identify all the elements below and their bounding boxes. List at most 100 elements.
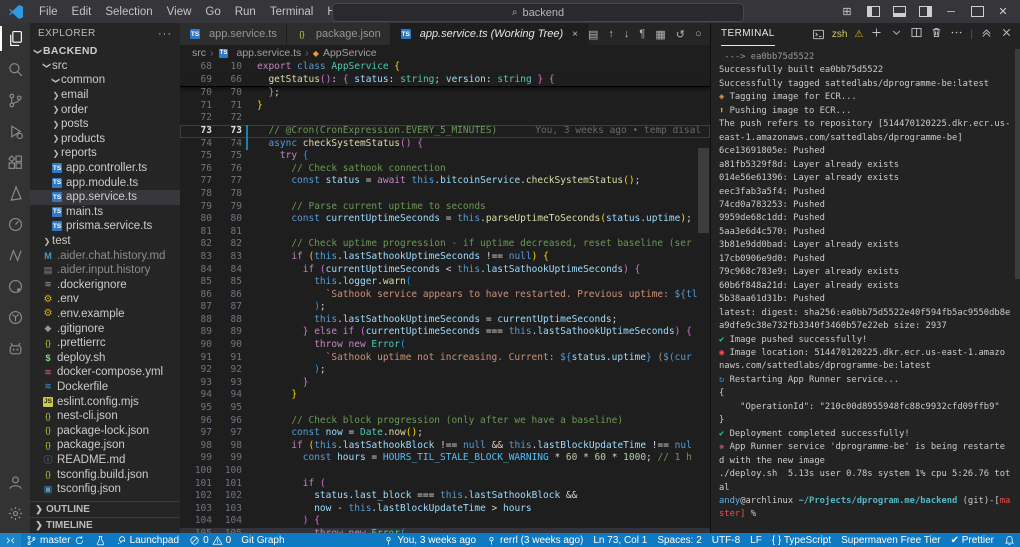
status-eol[interactable]: LF — [745, 533, 767, 547]
tab-app-service-ts-working-tree-[interactable]: TSapp.service.ts (Working Tree)× — [391, 23, 588, 45]
activity-extensions[interactable] — [0, 147, 30, 178]
terminal-output[interactable]: ---> ea0bb75d5522Successfully built ea0b… — [711, 45, 1014, 533]
code-line-85[interactable]: 8585 this.logger.warn( — [180, 276, 710, 289]
code-line-68[interactable]: 6810export class AppService { — [180, 61, 710, 74]
code-line-77[interactable]: 7777 const status = await this.bitcoinSe… — [180, 175, 710, 188]
code-line-84[interactable]: 8484 if (currentUptimeSeconds < this.las… — [180, 264, 710, 277]
tree-item-products[interactable]: ❯products — [30, 132, 180, 147]
tree-item--env[interactable]: ⚙.env — [30, 292, 180, 307]
activity-source-control[interactable] — [0, 85, 30, 116]
breadcrumb[interactable]: src›TSapp.service.ts›◆AppService — [180, 45, 710, 61]
code-line-76[interactable]: 7676 // Check sathook connection — [180, 163, 710, 176]
tree-item-package-json[interactable]: {}package.json — [30, 438, 180, 453]
whitespace-icon[interactable]: ¶ — [639, 28, 645, 40]
tree-item-tsconfig-build-json[interactable]: {}tsconfig.build.json — [30, 467, 180, 482]
activity-supermaven[interactable] — [0, 240, 30, 271]
tree-item-email[interactable]: ❯email — [30, 88, 180, 103]
terminal-scrollbar-thumb[interactable] — [1015, 49, 1020, 279]
tree-item-posts[interactable]: ❯posts — [30, 117, 180, 132]
code-line-70[interactable]: 7070 }; — [180, 87, 710, 100]
code-line-89[interactable]: 8989 } else if (currentUptimeSeconds ===… — [180, 326, 710, 339]
status-problems[interactable]: 00 — [184, 533, 236, 547]
tree-item--env-example[interactable]: ⚙.env.example — [30, 307, 180, 322]
tree-item-common[interactable]: ❯common — [30, 73, 180, 88]
toggle-sidebar-icon[interactable] — [862, 0, 884, 23]
activity-search[interactable] — [0, 54, 30, 85]
code-line-91[interactable]: 9191 `Sathook uptime not increasing. Cur… — [180, 352, 710, 365]
code-line-69[interactable]: 6966 getStatus(): { status: string; vers… — [180, 74, 710, 88]
maximize-panel-icon[interactable] — [980, 26, 993, 42]
tree-item--prettierrc[interactable]: {}.prettierrc — [30, 336, 180, 351]
menu-run[interactable]: Run — [228, 0, 263, 23]
tab-app-service-ts[interactable]: TSapp.service.ts — [180, 23, 287, 45]
menu-edit[interactable]: Edit — [65, 0, 99, 23]
code-line-98[interactable]: 9898 if (this.lastSathookBlock !== null … — [180, 440, 710, 453]
prev-change-icon[interactable]: ↑ — [608, 28, 614, 40]
menu-file[interactable]: File — [32, 0, 65, 23]
tree-item-prisma-service-ts[interactable]: TSprisma.service.ts — [30, 219, 180, 234]
code-line-82[interactable]: 8282 // Check uptime progression - if up… — [180, 238, 710, 251]
activity-settings[interactable] — [0, 498, 30, 529]
tree-item-main-ts[interactable]: TSmain.ts — [30, 205, 180, 220]
breadcrumb-item[interactable]: src — [192, 47, 206, 59]
code-line-103[interactable]: 103103 now - this.lastBlockUpdateTime > … — [180, 503, 710, 516]
status-remote-indicator[interactable] — [0, 533, 21, 547]
activity-gauge[interactable] — [0, 209, 30, 240]
status-language-mode[interactable]: { } TypeScript — [767, 533, 836, 547]
code-line-95[interactable]: 9595 — [180, 402, 710, 415]
code-line-97[interactable]: 9797 const now = Date.now(); — [180, 427, 710, 440]
explorer-more-actions-icon[interactable]: ··· — [158, 28, 172, 40]
code-line-86[interactable]: 8686 `Sathook service appears to have re… — [180, 289, 710, 302]
code-line-79[interactable]: 7979 // Parse current uptime to seconds — [180, 201, 710, 214]
section-outline[interactable]: ❯OUTLINE — [30, 501, 180, 517]
tree-item-backend[interactable]: ❯BACKEND — [30, 44, 180, 59]
status-encoding[interactable]: UTF-8 — [707, 533, 745, 547]
code-line-81[interactable]: 8181 — [180, 226, 710, 239]
editor-scrollbar[interactable] — [697, 23, 710, 511]
split-terminal-icon[interactable] — [910, 26, 923, 42]
code-line-92[interactable]: 9292 ); — [180, 364, 710, 377]
next-change-icon[interactable]: ↓ — [624, 28, 630, 40]
tree-item--aider-input-history[interactable]: ▤.aider.input.history — [30, 263, 180, 278]
close-icon[interactable]: ✕ — [992, 0, 1014, 23]
command-center-search[interactable]: ⌕ backend — [332, 3, 744, 22]
code-line-90[interactable]: 9090 throw new Error( — [180, 339, 710, 352]
tree-item-test[interactable]: ❯test — [30, 234, 180, 249]
minimize-icon[interactable]: ─ — [940, 0, 962, 23]
kill-terminal-icon[interactable] — [930, 26, 943, 42]
code-line-94[interactable]: 9494 } — [180, 389, 710, 402]
activity-prisma[interactable] — [0, 178, 30, 209]
code-line-88[interactable]: 8888 this.lastSathookUptimeSeconds = cur… — [180, 314, 710, 327]
code-line-87[interactable]: 8787 ); — [180, 301, 710, 314]
section-timeline[interactable]: ❯TIMELINE — [30, 517, 180, 533]
tab-close-icon[interactable]: × — [572, 29, 578, 40]
more-icon[interactable] — [950, 26, 963, 42]
tree-item-reports[interactable]: ❯reports — [30, 146, 180, 161]
code-line-75[interactable]: 7575 try { — [180, 150, 710, 163]
activity-explorer[interactable] — [0, 23, 30, 54]
tree-item-app-module-ts[interactable]: TSapp.module.ts — [30, 175, 180, 190]
tree-item-deploy-sh[interactable]: $deploy.sh — [30, 350, 180, 365]
tree-item-package-lock-json[interactable]: {}package-lock.json — [30, 423, 180, 438]
close-panel-icon[interactable] — [1000, 26, 1013, 42]
menu-go[interactable]: Go — [198, 0, 227, 23]
status-notifications[interactable] — [999, 533, 1020, 547]
restore-icon[interactable] — [966, 0, 988, 23]
activity-orbit[interactable] — [0, 271, 30, 302]
activity-run-debug[interactable] — [0, 116, 30, 147]
code-line-100[interactable]: 100100 — [180, 465, 710, 478]
tree-item-dockerfile[interactable]: ≋Dockerfile — [30, 380, 180, 395]
tree-item-eslint-config-mjs[interactable]: JSeslint.config.mjs — [30, 394, 180, 409]
code-line-101[interactable]: 101101 if ( — [180, 478, 710, 491]
menu-selection[interactable]: Selection — [98, 0, 159, 23]
map-icon[interactable]: ▦ — [655, 28, 665, 41]
status-blame-commit[interactable]: rerrl (3 weeks ago) — [481, 533, 588, 547]
tab-package-json[interactable]: {}package.json — [287, 23, 391, 45]
code-line-71[interactable]: 7171} — [180, 100, 710, 113]
code-line-93[interactable]: 9393 } — [180, 377, 710, 390]
code-editor[interactable]: 6810export class AppService {6966 getSta… — [180, 61, 710, 533]
code-line-96[interactable]: 9696 // Check block progression (only af… — [180, 415, 710, 428]
activity-robot[interactable] — [0, 333, 30, 364]
tree-item--gitignore[interactable]: ◆.gitignore — [30, 321, 180, 336]
status-beaker-status[interactable] — [90, 533, 111, 547]
